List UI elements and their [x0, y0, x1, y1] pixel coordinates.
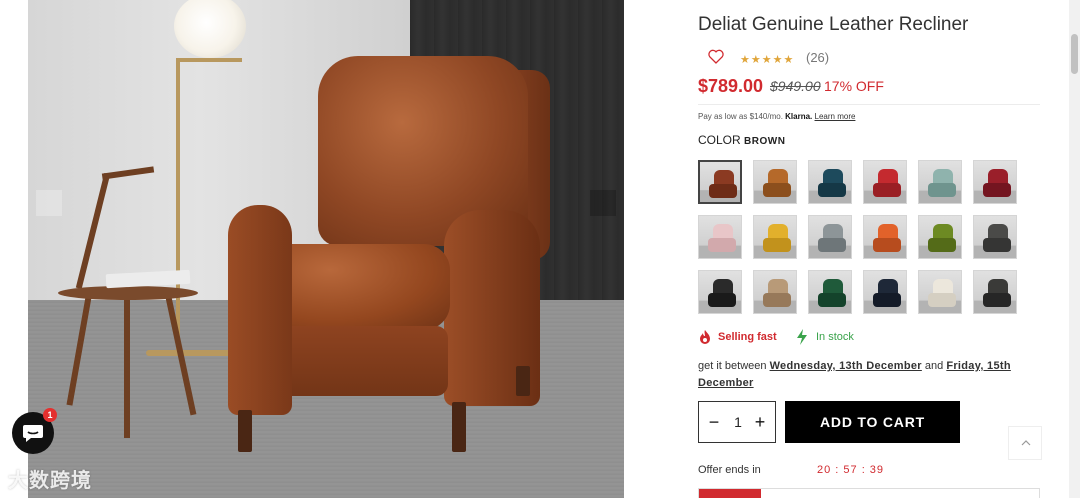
selling-fast-label: Selling fast — [718, 331, 777, 343]
photo-lamp-pole — [176, 58, 180, 354]
photo-chair-arm-left — [228, 205, 292, 415]
swatch-chair-seat — [873, 183, 901, 197]
color-label-text: COLOR — [698, 133, 741, 147]
offer-banner-accent — [699, 489, 761, 498]
product-title: Deliat Genuine Leather Recliner — [698, 14, 969, 35]
wishlist-heart-icon[interactable] — [708, 49, 724, 64]
rating-count[interactable]: (26) — [806, 50, 829, 65]
offer-countdown: 20 : 57 : 39 — [817, 464, 885, 476]
swatch-chair-seat — [983, 238, 1011, 252]
color-swatch[interactable] — [753, 215, 797, 259]
compare-price: $949.00 — [770, 78, 821, 94]
photo-chair-leg — [238, 410, 252, 452]
product-page: 1 大数跨境 Deliat Genuine Leather Recliner ★… — [0, 0, 1080, 498]
swatch-chair-seat — [708, 293, 736, 307]
watermark-logo: 大数跨境 — [8, 468, 92, 492]
color-swatch[interactable] — [808, 160, 852, 204]
selected-color-name: BROWN — [744, 136, 786, 147]
swatch-chair-seat — [928, 183, 956, 197]
quantity-stepper: − 1 + — [698, 401, 776, 443]
color-swatch[interactable] — [973, 215, 1017, 259]
klarna-text: Pay as low as $140/mo. — [698, 112, 786, 121]
color-swatch[interactable] — [973, 270, 1017, 314]
chat-unread-badge: 1 — [43, 408, 57, 422]
add-to-cart-button[interactable]: ADD TO CART — [785, 401, 960, 443]
delivery-estimate: get it between Wednesday, 13th December … — [698, 358, 1018, 392]
swatch-chair-seat — [873, 293, 901, 307]
color-label: COLOR BROWN — [698, 133, 785, 147]
chat-icon — [23, 425, 43, 442]
color-swatch[interactable] — [753, 160, 797, 204]
photo-table-leg — [124, 298, 130, 438]
swatch-chair-seat — [983, 293, 1011, 307]
page-scrollbar[interactable] — [1069, 0, 1080, 498]
fire-icon — [700, 330, 710, 344]
color-swatch[interactable] — [698, 160, 742, 204]
color-swatch[interactable] — [918, 160, 962, 204]
photo-side-table — [58, 286, 198, 300]
photo-lamp-base — [146, 350, 236, 356]
color-swatch[interactable] — [863, 160, 907, 204]
swatch-chair-seat — [818, 183, 846, 197]
product-image-gallery[interactable] — [28, 0, 624, 498]
klarna-brand: Klarna. — [785, 112, 813, 121]
color-swatch[interactable] — [808, 215, 852, 259]
quantity-input[interactable]: 1 — [725, 402, 751, 442]
color-swatch[interactable] — [863, 215, 907, 259]
swatch-chair-seat — [708, 238, 736, 252]
quantity-increase-button[interactable]: + — [749, 402, 771, 442]
delivery-middle: and — [921, 360, 947, 372]
swatch-chair-seat — [763, 293, 791, 307]
swatch-chair-seat — [763, 183, 791, 197]
color-swatch[interactable] — [918, 215, 962, 259]
photo-chair-leg — [516, 366, 530, 396]
offer-banner — [698, 488, 1040, 498]
color-swatch[interactable] — [753, 270, 797, 314]
swatch-chair-seat — [818, 238, 846, 252]
chevron-up-icon — [1021, 440, 1031, 446]
swatch-chair-seat — [983, 183, 1011, 197]
klarna-installment: Pay as low as $140/mo. Klarna. Learn mor… — [698, 112, 855, 121]
rating-stars: ★★★★★ — [740, 54, 795, 66]
color-swatch[interactable] — [698, 215, 742, 259]
swatch-chair-seat — [928, 238, 956, 252]
stock-status: Selling fast In stock — [698, 329, 1038, 347]
delivery-prefix: get it between — [698, 360, 770, 372]
color-swatch[interactable] — [863, 270, 907, 314]
gallery-next-button[interactable] — [590, 190, 616, 216]
delivery-start-date: Wednesday, 13th December — [769, 360, 922, 372]
swatch-chair-seat — [928, 293, 956, 307]
color-swatch[interactable] — [918, 270, 962, 314]
swatch-chair-seat — [818, 293, 846, 307]
klarna-learn-more-link[interactable]: Learn more — [815, 112, 856, 121]
offer-ends-label: Offer ends in — [698, 464, 761, 476]
scroll-to-top-button[interactable] — [1008, 426, 1042, 460]
swatch-chair-seat — [873, 238, 901, 252]
product-info: Deliat Genuine Leather Recliner ★★★★★ (2… — [698, 0, 1048, 498]
scrollbar-thumb[interactable] — [1071, 34, 1078, 74]
color-swatch[interactable] — [808, 270, 852, 314]
discount-label: 17% OFF — [824, 78, 884, 94]
sale-price: $789.00 — [698, 76, 764, 96]
photo-chair-leg — [452, 402, 466, 452]
gallery-prev-button[interactable] — [36, 190, 62, 216]
lightning-icon — [797, 329, 807, 345]
color-swatch[interactable] — [973, 160, 1017, 204]
divider — [698, 104, 1040, 105]
swatch-chair-seat — [709, 184, 737, 198]
swatch-chair-seat — [763, 238, 791, 252]
quantity-decrease-button[interactable]: − — [703, 402, 725, 442]
photo-lamp-arm — [176, 58, 242, 62]
color-swatch[interactable] — [698, 270, 742, 314]
in-stock-label: In stock — [816, 331, 854, 343]
